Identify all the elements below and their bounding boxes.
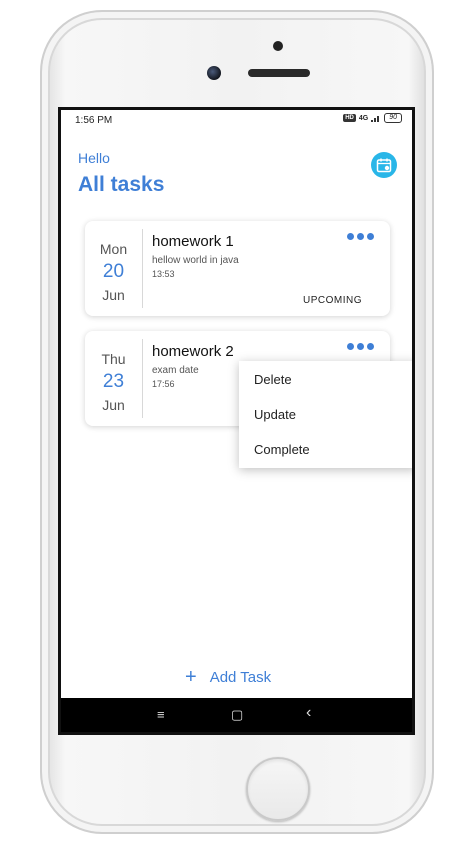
calendar-button[interactable] — [371, 152, 397, 178]
app-screen: 1:56 PM HD 4G 90 Hello All tasks Mon 20 … — [58, 107, 415, 735]
status-time: 1:56 PM — [75, 115, 113, 126]
front-camera — [207, 66, 221, 80]
task-description: exam date — [152, 365, 199, 376]
system-nav-bar: ≡ ▢ ‹ — [61, 698, 412, 732]
task-description: hellow world in java — [152, 255, 239, 266]
task-context-menu: Delete Update Complete — [239, 361, 412, 468]
menu-item-complete[interactable]: Complete — [239, 439, 412, 474]
plus-icon: + — [185, 666, 197, 688]
task-day: 23 — [102, 371, 125, 392]
signal-icon: 4G — [358, 114, 369, 122]
task-month: Jun — [102, 397, 125, 413]
signal-bars-icon — [371, 116, 380, 122]
task-weekday: Thu — [101, 351, 126, 367]
status-bar: 1:56 PM HD 4G 90 — [61, 110, 412, 130]
proximity-sensor — [273, 41, 283, 51]
status-badge: UPCOMING — [303, 295, 362, 306]
task-card[interactable]: Mon 20 Jun homework 1 hellow world in ja… — [85, 221, 390, 316]
back-icon[interactable]: ‹ — [306, 704, 311, 722]
task-weekday: Mon — [99, 241, 128, 257]
more-options-icon[interactable] — [347, 233, 374, 240]
menu-item-delete[interactable]: Delete — [239, 369, 412, 404]
hd-badge: HD — [343, 114, 356, 122]
add-task-label: Add Task — [209, 668, 272, 686]
task-time: 13:53 — [152, 269, 175, 279]
task-month: Jun — [102, 287, 125, 303]
task-date: Thu 23 Jun — [85, 339, 143, 418]
menu-item-update[interactable]: Update — [239, 404, 412, 439]
greeting-text: Hello — [78, 150, 110, 166]
task-time: 17:56 — [152, 379, 175, 389]
page-title: All tasks — [78, 173, 165, 196]
task-name: homework 2 — [152, 343, 234, 360]
home-icon[interactable]: ▢ — [231, 707, 243, 723]
earpiece-speaker — [248, 69, 310, 77]
menu-icon[interactable]: ≡ — [157, 707, 165, 722]
status-icons: HD 4G 90 — [343, 113, 402, 123]
add-task-button[interactable]: + Add Task — [185, 667, 271, 687]
hardware-home-button[interactable] — [246, 757, 310, 821]
calendar-icon — [376, 158, 392, 173]
more-options-icon[interactable] — [347, 343, 374, 350]
battery-icon: 90 — [384, 113, 402, 123]
task-name: homework 1 — [152, 233, 234, 250]
task-date: Mon 20 Jun — [85, 229, 143, 308]
task-day: 20 — [102, 261, 125, 282]
